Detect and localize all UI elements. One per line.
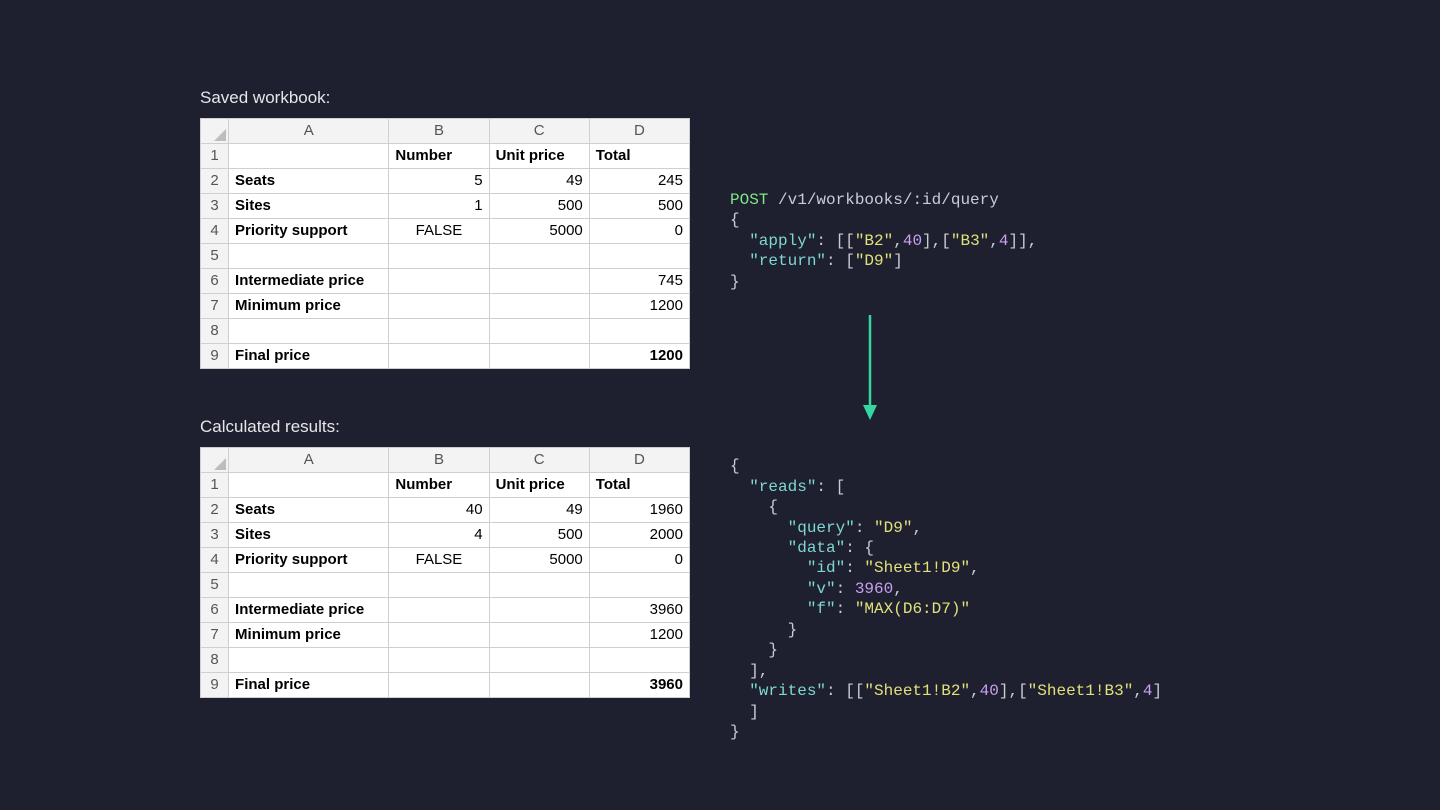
cell: 3960 [589, 598, 689, 623]
col-header-D: D [589, 119, 689, 144]
cell: 500 [489, 194, 589, 219]
cell: FALSE [389, 548, 489, 573]
row-header: 7 [201, 623, 229, 648]
cell: 245 [589, 169, 689, 194]
cell: Priority support [229, 548, 389, 573]
json-key: "v" [807, 580, 836, 598]
cell: Unit price [489, 473, 589, 498]
api-code-block: POST /v1/workbooks/:id/query { "apply": … [730, 190, 1290, 743]
cell: FALSE [389, 219, 489, 244]
row-header: 7 [201, 294, 229, 319]
row-header: 1 [201, 144, 229, 169]
cell: 1200 [589, 623, 689, 648]
cell: 49 [489, 498, 589, 523]
col-header-A: A [229, 448, 389, 473]
col-header-D: D [589, 448, 689, 473]
json-key: "query" [788, 519, 855, 537]
cell: 1200 [589, 294, 689, 319]
json-str: "MAX(D6:D7)" [855, 600, 970, 618]
row-header: 3 [201, 194, 229, 219]
cell: 1200 [589, 344, 689, 369]
row-header: 5 [201, 573, 229, 598]
row-header: 3 [201, 523, 229, 548]
json-key: "data" [788, 539, 846, 557]
col-header-B: B [389, 448, 489, 473]
col-header-A: A [229, 119, 389, 144]
row-header: 2 [201, 169, 229, 194]
cell: Sites [229, 523, 389, 548]
cell: 1 [389, 194, 489, 219]
col-header-C: C [489, 448, 589, 473]
calculated-results-label: Calculated results: [200, 417, 690, 437]
cell: Total [589, 473, 689, 498]
cell: Unit price [489, 144, 589, 169]
row-header: 8 [201, 319, 229, 344]
cell: Final price [229, 673, 389, 698]
cell: Number [389, 144, 489, 169]
calculated-results-table: A B C D 1NumberUnit priceTotal 2Seats404… [200, 447, 690, 698]
row-header: 2 [201, 498, 229, 523]
cell: 5 [389, 169, 489, 194]
cell: 0 [589, 548, 689, 573]
row-header: 4 [201, 219, 229, 244]
cell: 1960 [589, 498, 689, 523]
cell: 40 [389, 498, 489, 523]
json-key: "id" [807, 559, 845, 577]
row-header: 5 [201, 244, 229, 269]
json-key: "apply" [749, 232, 816, 250]
row-header: 4 [201, 548, 229, 573]
cell: 500 [589, 194, 689, 219]
cell: 49 [489, 169, 589, 194]
json-str: "Sheet1!D9" [864, 559, 970, 577]
cell: Intermediate price [229, 598, 389, 623]
cell: 5000 [489, 219, 589, 244]
cell: Sites [229, 194, 389, 219]
cell: 2000 [589, 523, 689, 548]
cell: 745 [589, 269, 689, 294]
http-path: /v1/workbooks/:id/query [778, 191, 999, 209]
cell: Intermediate price [229, 269, 389, 294]
cell: Number [389, 473, 489, 498]
row-header: 9 [201, 344, 229, 369]
cell: Final price [229, 344, 389, 369]
cell: 5000 [489, 548, 589, 573]
row-header: 6 [201, 598, 229, 623]
flow-arrow-icon [860, 315, 880, 420]
http-method: POST [730, 191, 768, 209]
saved-workbook-table: A B C D 1NumberUnit priceTotal 2Seats549… [200, 118, 690, 369]
cell: 0 [589, 219, 689, 244]
col-header-C: C [489, 119, 589, 144]
row-header: 9 [201, 673, 229, 698]
col-header-B: B [389, 119, 489, 144]
cell: Priority support [229, 219, 389, 244]
cell: 3960 [589, 673, 689, 698]
cell: Seats [229, 169, 389, 194]
json-key: "reads" [749, 478, 816, 496]
select-all-corner [201, 448, 229, 473]
cell: Minimum price [229, 623, 389, 648]
cell: 4 [389, 523, 489, 548]
cell: Minimum price [229, 294, 389, 319]
row-header: 8 [201, 648, 229, 673]
cell: Seats [229, 498, 389, 523]
json-key: "writes" [749, 682, 826, 700]
row-header: 1 [201, 473, 229, 498]
saved-workbook-label: Saved workbook: [200, 88, 690, 108]
cell: 500 [489, 523, 589, 548]
cell: Total [589, 144, 689, 169]
select-all-corner [201, 119, 229, 144]
json-num: 3960 [855, 580, 893, 598]
json-str: "D9" [874, 519, 912, 537]
json-key: "f" [807, 600, 836, 618]
json-key: "return" [749, 252, 826, 270]
row-header: 6 [201, 269, 229, 294]
